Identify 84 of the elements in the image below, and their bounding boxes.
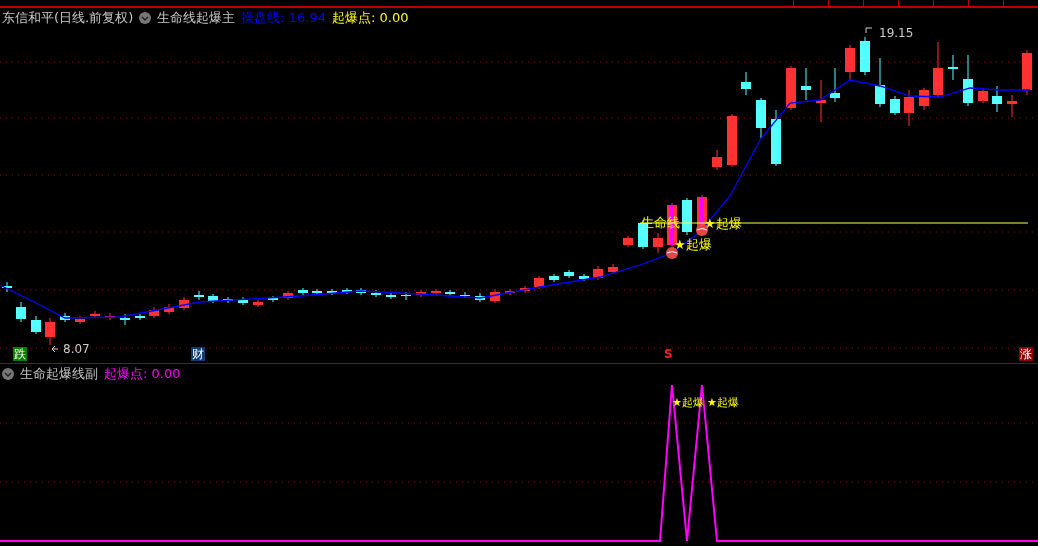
candlestick bbox=[194, 290, 204, 301]
candlestick bbox=[283, 290, 293, 301]
candlestick bbox=[608, 263, 618, 275]
candlestick bbox=[75, 315, 85, 325]
candlestick bbox=[845, 44, 855, 81]
candlestick bbox=[490, 288, 500, 304]
candlestick bbox=[208, 293, 218, 304]
candlestick bbox=[786, 65, 796, 111]
candlestick bbox=[238, 296, 248, 306]
candlestick bbox=[401, 291, 411, 301]
candlestick bbox=[298, 287, 308, 296]
candlestick bbox=[830, 67, 840, 103]
candlestick bbox=[948, 54, 958, 81]
candlestick bbox=[801, 67, 811, 101]
candlestick bbox=[431, 288, 441, 296]
price-label: 8.07 bbox=[63, 342, 90, 356]
candlestick bbox=[120, 313, 130, 326]
candlestick bbox=[149, 306, 159, 319]
candlestick bbox=[771, 109, 781, 167]
candlestick bbox=[268, 295, 278, 303]
candlestick bbox=[860, 36, 870, 76]
candlestick bbox=[682, 197, 692, 236]
candlestick bbox=[445, 289, 455, 297]
candlestick bbox=[223, 296, 233, 304]
collapse-icon[interactable] bbox=[139, 11, 152, 24]
signal-marker: S bbox=[663, 347, 674, 361]
candlestick bbox=[1022, 49, 1032, 96]
candlestick bbox=[356, 287, 366, 296]
candlestick bbox=[978, 87, 988, 104]
candlestick bbox=[45, 317, 55, 346]
candlestick bbox=[327, 288, 337, 296]
candlestick bbox=[756, 97, 766, 139]
candlestick bbox=[505, 288, 515, 296]
candlestick bbox=[179, 296, 189, 311]
candlestick bbox=[653, 232, 663, 254]
indicator-name: 生命起爆线副 bbox=[20, 364, 98, 383]
candlestick bbox=[816, 79, 826, 123]
candlestick bbox=[963, 54, 973, 107]
candlestick bbox=[579, 273, 589, 282]
candlestick bbox=[919, 87, 929, 111]
collapse-icon[interactable] bbox=[2, 367, 14, 380]
candlestick bbox=[534, 275, 544, 290]
candlestick bbox=[623, 235, 633, 248]
peak-marker bbox=[865, 27, 873, 34]
candlestick bbox=[342, 287, 352, 295]
signal-label: ★起爆 bbox=[707, 396, 739, 409]
candlestick bbox=[475, 292, 485, 303]
signal-marker: 涨 bbox=[1019, 347, 1033, 361]
low-marker bbox=[51, 345, 59, 353]
candlestick bbox=[164, 303, 174, 315]
candlestick bbox=[520, 285, 530, 294]
candlestick bbox=[564, 269, 574, 279]
signal-marker: 财 bbox=[191, 347, 205, 361]
candlestick bbox=[460, 291, 470, 299]
candlestick bbox=[386, 291, 396, 300]
legend-value: 起爆点: 0.00 bbox=[104, 364, 181, 383]
candlestick bbox=[992, 85, 1002, 113]
candlestick bbox=[890, 95, 900, 116]
indicator-name: 生命线起爆主 bbox=[157, 8, 236, 27]
candlestick bbox=[416, 289, 426, 298]
candlestick bbox=[2, 281, 12, 293]
line-label: 生命线 bbox=[641, 215, 680, 230]
candlestick bbox=[727, 113, 737, 168]
candlestick bbox=[371, 289, 381, 298]
candlestick bbox=[312, 288, 322, 296]
candlestick bbox=[135, 312, 145, 321]
candlestick bbox=[904, 89, 914, 127]
candlestick bbox=[60, 312, 70, 323]
candlestick bbox=[933, 41, 943, 99]
stock-title: 东信和平(日线.前复权) bbox=[2, 8, 134, 27]
candlestick bbox=[1007, 94, 1017, 118]
legend-value: 操盘线: 16.94 bbox=[241, 8, 326, 27]
candlestick bbox=[741, 71, 751, 96]
candlestick bbox=[593, 265, 603, 281]
candlestick bbox=[90, 310, 100, 319]
candlestick bbox=[712, 149, 722, 171]
candlestick bbox=[31, 315, 41, 335]
price-label: 19.15 bbox=[879, 27, 914, 40]
candlestick bbox=[875, 57, 885, 108]
candlestick bbox=[253, 299, 263, 308]
signal-marker: 跌 bbox=[13, 347, 27, 361]
candlestick bbox=[549, 273, 559, 283]
legend-value: 起爆点: 0.00 bbox=[332, 8, 409, 27]
candlestick bbox=[16, 301, 26, 323]
